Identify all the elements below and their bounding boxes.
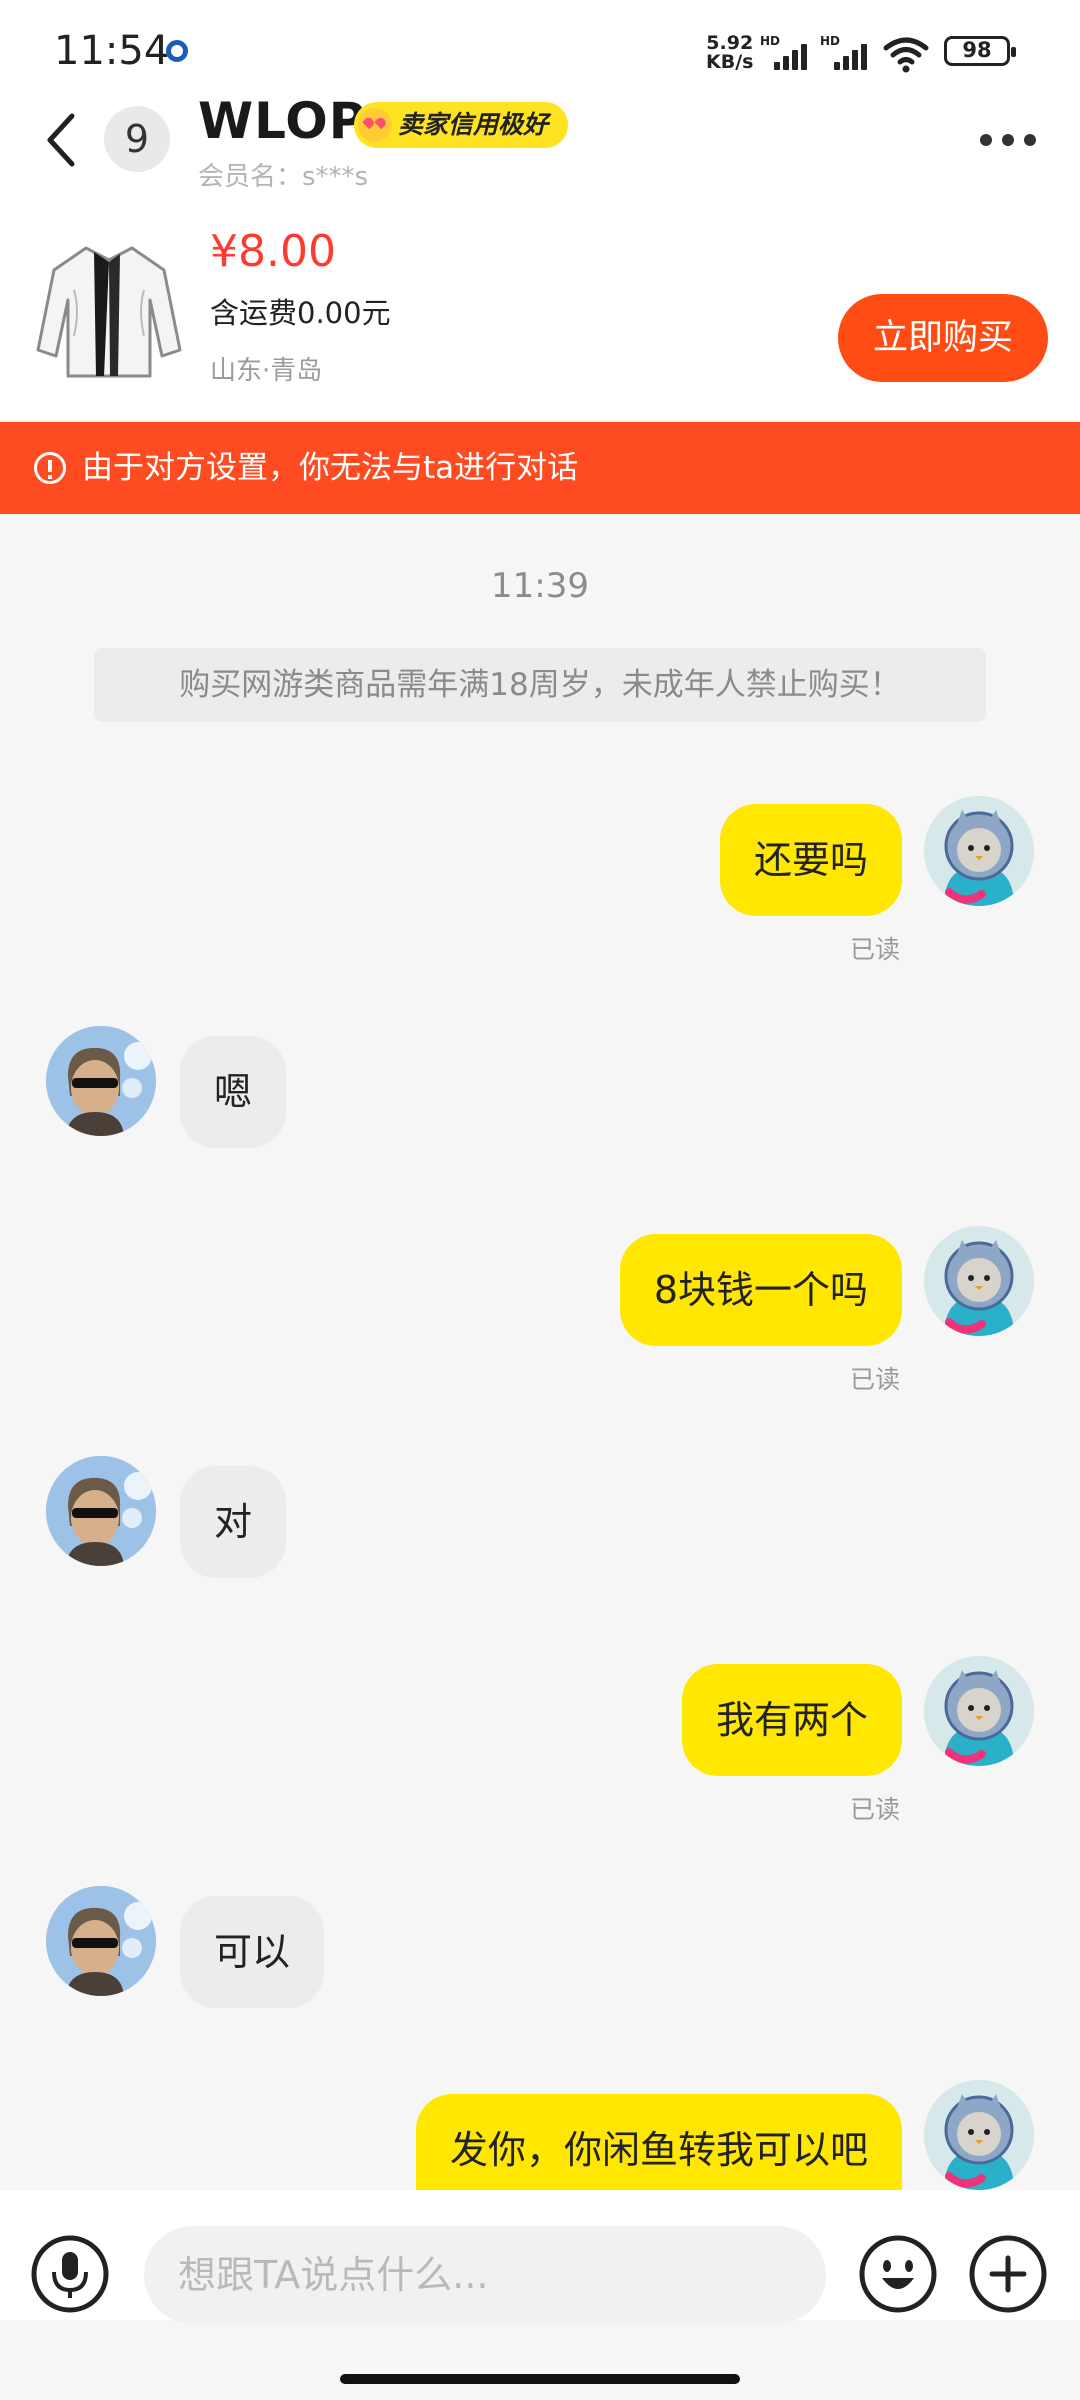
product-location: 山东·青岛 [210,356,323,386]
more-button[interactable] [980,130,1036,150]
buy-now-button[interactable]: 立即购买 [838,294,1048,382]
outgoing-message[interactable]: 我有两个 [681,1664,902,1776]
self-avatar[interactable] [924,2080,1034,2190]
seller-avatar[interactable] [46,1886,156,1996]
product-price: ¥8.00 [210,226,336,277]
system-notice: 购买网游类商品需年满18周岁，未成年人禁止购买！ [94,648,986,722]
credit-badge[interactable]: 卖家信用极好 [354,102,569,148]
seller-avatar[interactable] [46,1456,156,1566]
read-status: 已读 [849,935,900,964]
cell-signal-icon: HD [820,34,872,70]
back-button[interactable] [40,108,84,172]
battery-level: 98 [962,38,992,62]
incoming-message[interactable]: 对 [180,1466,287,1578]
outgoing-message[interactable]: 8块钱一个吗 [619,1234,902,1346]
warning-text: 由于对方设置，你无法与ta进行对话 [82,450,579,486]
cell-signal-icon: HD [760,34,812,70]
read-status: 已读 [849,1795,900,1824]
battery-icon: 98 [944,36,1016,66]
chevron-left-icon [47,113,75,167]
home-indicator[interactable] [340,2374,740,2384]
self-avatar[interactable] [924,796,1034,906]
product-image[interactable] [34,240,184,380]
voice-button[interactable] [30,2234,110,2314]
warning-banner: 由于对方设置，你无法与ta进行对话 [0,422,1080,514]
alert-circle-icon [34,452,66,484]
outgoing-message[interactable]: 还要吗 [719,804,902,916]
shipping-fee: 含运费0.00元 [210,296,391,330]
net-speed-unit: KB/s [706,51,754,73]
status-bar: 11:54 5.92 KB/s HD HD 98 [0,0,1080,100]
heart-eyes-emoji-icon [358,108,392,142]
self-avatar[interactable] [924,1226,1034,1336]
plus-button[interactable] [968,2234,1048,2314]
self-avatar[interactable] [924,1656,1034,1766]
unread-count-badge[interactable]: 9 [104,106,170,172]
chat-timestamp: 11:39 [491,566,589,606]
signal-hd-label: HD [760,34,781,48]
message-input[interactable] [144,2226,826,2324]
net-speed: 5.92 KB/s [706,34,753,72]
notification-app-icon [166,40,188,62]
member-name: 会员名：s***s [198,162,369,192]
read-status: 已读 [849,1365,900,1394]
signal-hd-label: HD [820,34,841,48]
seller-avatar[interactable] [46,1026,156,1136]
incoming-message[interactable]: 嗯 [180,1036,287,1148]
more-horizontal-icon [980,134,992,146]
emoji-button[interactable] [858,2234,938,2314]
seller-name[interactable]: WLOP [198,92,366,150]
wifi-icon [883,37,929,73]
outgoing-message[interactable]: 发你，你闲鱼转我可以吧 [415,2094,902,2190]
incoming-message[interactable]: 可以 [180,1896,325,2008]
emoji-icon [859,2235,937,2313]
credit-badge-label: 卖家信用极好 [398,110,549,139]
status-time: 11:54 [54,28,170,74]
